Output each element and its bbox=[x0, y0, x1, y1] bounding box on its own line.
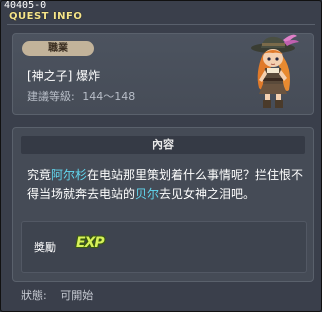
quest-content-panel: 內容 究竟阿尔杉在电站那里策划着什么事情呢？拦住恨不得当场就奔去电站的贝尔去见女… bbox=[12, 127, 314, 282]
reward-box: 獎勵 EXP bbox=[21, 221, 307, 273]
quest-id: 40405-0 bbox=[4, 0, 47, 11]
job-badge: 職業 bbox=[22, 41, 94, 56]
level-range: 144～148 bbox=[82, 90, 136, 103]
title-bar[interactable]: QUEST INFO bbox=[1, 11, 321, 25]
description-text: 去见女神之泪吧。 bbox=[159, 187, 256, 201]
npc-name-link: 阿尔杉 bbox=[51, 168, 88, 182]
quest-name: [神之子] 爆炸 bbox=[27, 69, 101, 83]
quest-info-window: 40405-0 QUEST INFO 職業 [神之子] 爆炸 建議等級: 144… bbox=[0, 0, 322, 312]
exp-reward-icon[interactable]: EXP bbox=[76, 235, 105, 251]
title-divider bbox=[7, 24, 315, 25]
quest-header-panel: 職業 [神之子] 爆炸 建議等級: 144～148 bbox=[12, 33, 314, 115]
content-section-title: 內容 bbox=[21, 136, 305, 154]
level-label: 建議等級: bbox=[27, 90, 75, 103]
recommended-level: 建議等級: 144～148 bbox=[27, 88, 135, 104]
npc-portrait-icon bbox=[251, 34, 299, 108]
description-text: 究竟 bbox=[27, 168, 52, 182]
npc-name-link: 贝尔 bbox=[135, 187, 160, 201]
status-label: 狀態: bbox=[21, 289, 47, 302]
window-title: QUEST INFO bbox=[9, 11, 83, 22]
quest-description: 究竟阿尔杉在电站那里策划着什么事情呢？拦住恨不得当场就奔去电站的贝尔去见女神之泪… bbox=[27, 166, 305, 204]
quest-status: 狀態: 可開始 bbox=[21, 287, 93, 303]
status-value: 可開始 bbox=[60, 289, 94, 302]
reward-label: 獎勵 bbox=[34, 241, 56, 254]
